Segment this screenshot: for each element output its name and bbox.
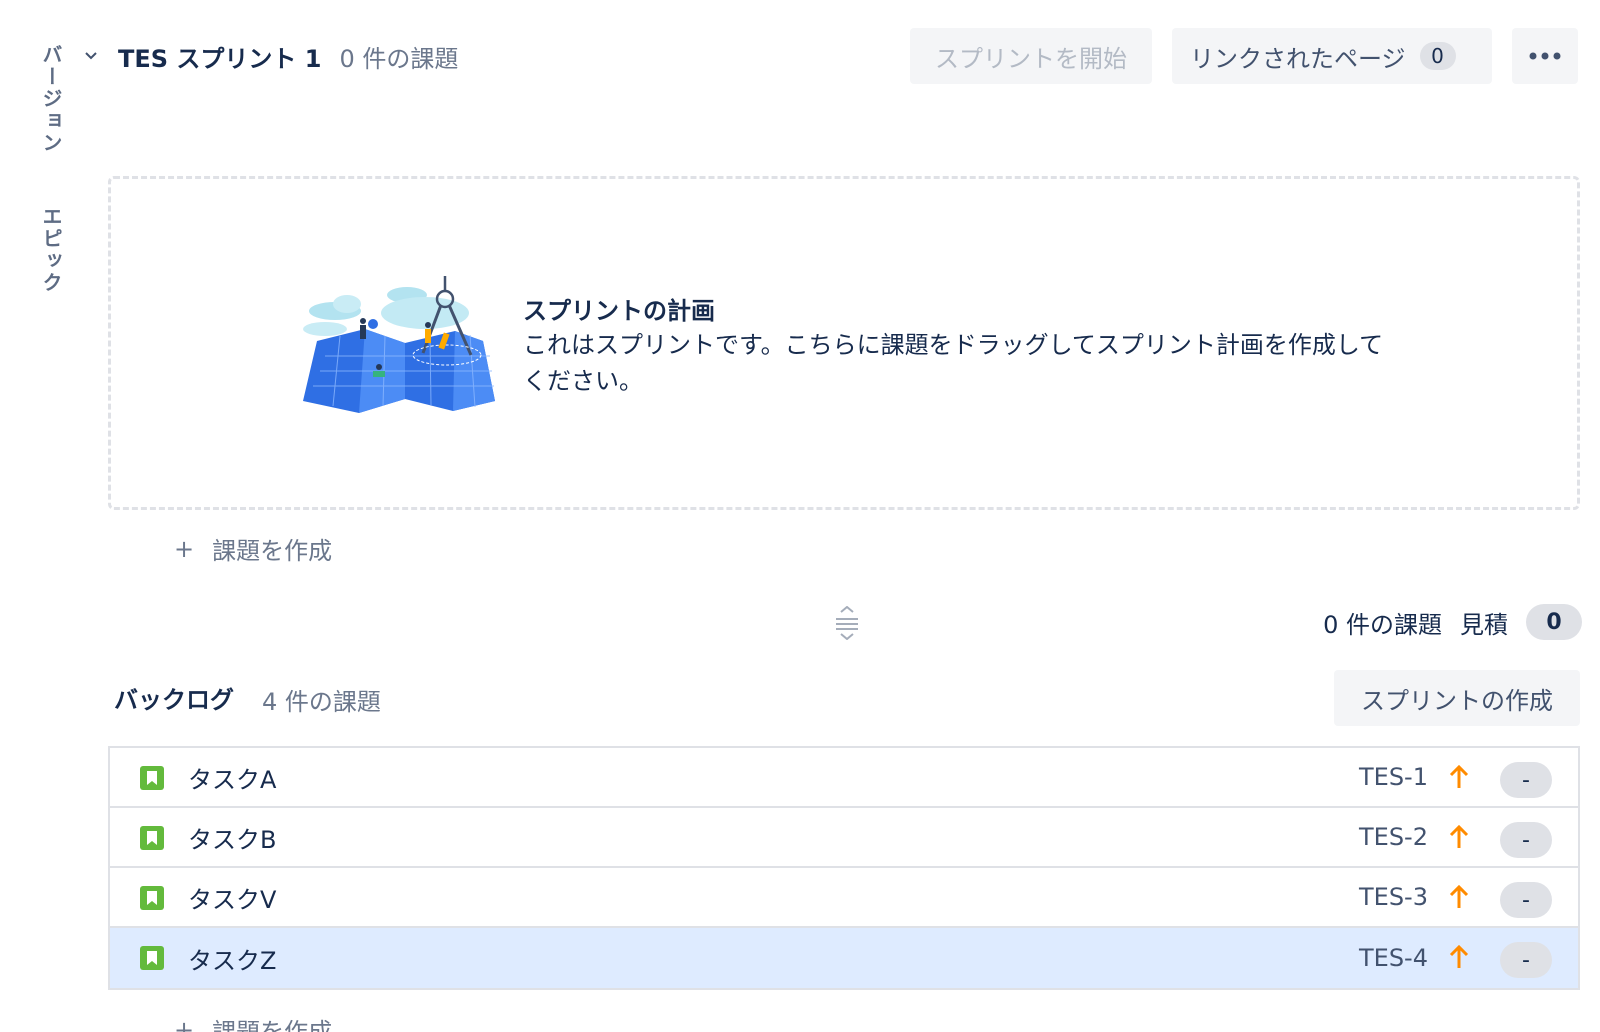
chevron-down-icon[interactable] xyxy=(80,45,102,67)
plus-icon: + xyxy=(174,1015,195,1032)
issue-key[interactable]: TES-4 xyxy=(1359,944,1428,972)
more-actions-button[interactable] xyxy=(1512,28,1578,84)
create-issue-label: 課題を作成 xyxy=(212,1018,333,1032)
create-sprint-button[interactable]: スプリントの作成 xyxy=(1334,670,1580,726)
estimate-pill: - xyxy=(1500,822,1552,858)
sprint-estimate-label: 見積 xyxy=(1460,610,1508,639)
issue-summary: タスクZ xyxy=(188,946,277,975)
backlog-issue-count: 4 件の課題 xyxy=(262,688,381,716)
issue-row[interactable]: タスクV TES-3 - xyxy=(110,868,1578,928)
issue-row[interactable]: タスクB TES-2 - xyxy=(110,808,1578,868)
sprint-empty-dropzone[interactable]: スプリントの計画 これはスプリントです。こちらに課題をドラッグしてスプリント計画… xyxy=(108,176,1580,510)
issue-summary: タスクA xyxy=(188,765,277,794)
story-icon xyxy=(140,766,164,790)
issue-key[interactable]: TES-2 xyxy=(1359,823,1428,851)
sprint-name: TES スプリント 1 xyxy=(118,44,322,73)
plus-icon: + xyxy=(174,534,195,563)
backlog-create-issue-button[interactable]: + 課題を作成 xyxy=(174,1012,332,1032)
story-icon xyxy=(140,886,164,910)
issue-row[interactable]: タスクA TES-1 - xyxy=(110,748,1578,808)
issue-summary: タスクV xyxy=(188,885,277,914)
issue-summary: タスクB xyxy=(188,825,277,854)
sprint-estimate-badge: 0 xyxy=(1526,604,1582,640)
sprint-create-issue-button[interactable]: + 課題を作成 xyxy=(174,531,332,566)
estimate-pill: - xyxy=(1500,942,1552,978)
sprint-issue-count: 0 件の課題 xyxy=(339,44,459,73)
story-icon xyxy=(140,826,164,850)
sprint-footer-issue-count: 0 件の課題 xyxy=(1323,610,1442,639)
issue-key[interactable]: TES-1 xyxy=(1359,763,1428,791)
versions-panel-tab[interactable]: バージョン xyxy=(39,44,66,154)
empty-sprint-description: これはスプリントです。こちらに課題をドラッグしてスプリント計画を作成してください… xyxy=(523,331,1384,395)
empty-sprint-title: スプリントの計画 xyxy=(523,297,715,325)
more-icon xyxy=(1529,52,1561,60)
linked-pages-label: リンクされたページ xyxy=(1190,44,1406,73)
start-sprint-button[interactable]: スプリントを開始 xyxy=(910,28,1152,84)
priority-high-icon xyxy=(1449,944,1469,968)
issue-row-selected[interactable]: タスクZ TES-4 - xyxy=(110,928,1578,988)
priority-high-icon xyxy=(1449,764,1469,788)
issue-key[interactable]: TES-3 xyxy=(1359,883,1428,911)
priority-high-icon xyxy=(1449,824,1469,848)
estimate-pill: - xyxy=(1500,762,1552,798)
create-issue-label: 課題を作成 xyxy=(212,537,333,565)
backlog-title: バックログ xyxy=(114,686,234,714)
estimate-pill: - xyxy=(1500,882,1552,918)
priority-high-icon xyxy=(1449,884,1469,908)
epics-panel-tab[interactable]: エピック xyxy=(39,206,66,294)
linked-pages-count-badge: 0 xyxy=(1419,42,1456,70)
story-icon xyxy=(140,946,164,970)
sprint-planning-illustration xyxy=(303,276,495,413)
resize-handle-icon[interactable] xyxy=(832,606,862,640)
backlog-issue-list: タスクA TES-1 - タスクB TES-2 - タスクV TES-3 - タ… xyxy=(108,746,1580,990)
sprint-footer: 0 件の課題 見積 0 xyxy=(1323,604,1582,640)
linked-pages-button[interactable]: リンクされたページ 0 xyxy=(1172,28,1492,84)
